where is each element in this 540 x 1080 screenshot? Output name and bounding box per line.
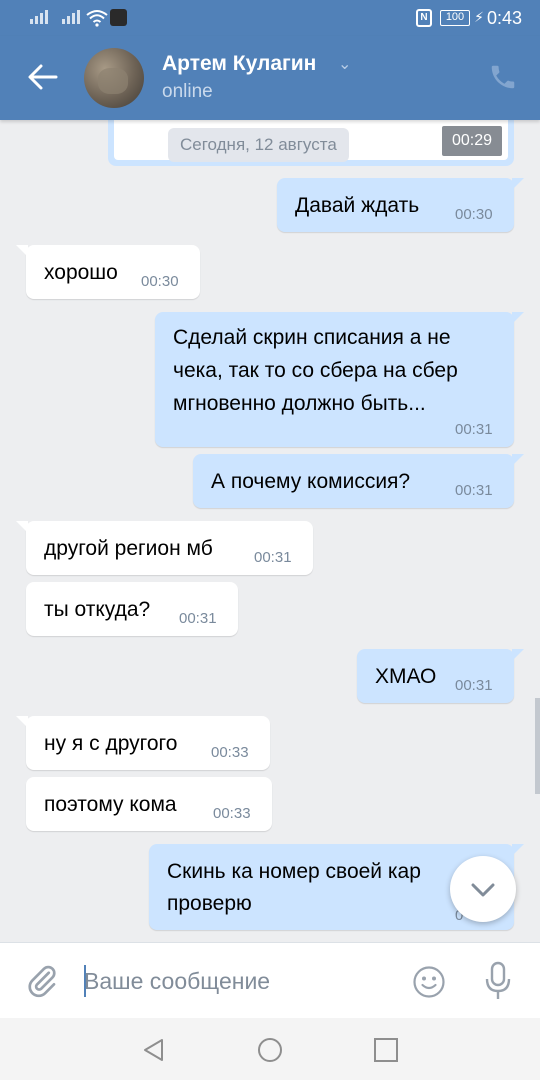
- message-time: 00:33: [213, 805, 251, 822]
- message-text: мгновенно должно быть...: [173, 392, 426, 415]
- chevron-down-icon[interactable]: ⌄: [338, 54, 351, 74]
- system-navigation-bar: [0, 1018, 540, 1080]
- signal-icon: [30, 10, 48, 24]
- avatar[interactable]: [84, 48, 144, 108]
- microphone-icon[interactable]: [484, 961, 512, 1001]
- incoming-message[interactable]: хорошо 00:30: [16, 245, 200, 299]
- outgoing-message[interactable]: Давай ждать 00:30: [277, 178, 524, 232]
- scroll-down-button[interactable]: [450, 856, 516, 922]
- incoming-message[interactable]: ну я с другого 00:33: [16, 716, 270, 770]
- nav-recents-icon[interactable]: [372, 1036, 400, 1064]
- nav-home-icon[interactable]: [256, 1036, 284, 1064]
- scrollbar[interactable]: [535, 698, 540, 794]
- outgoing-message[interactable]: ХМАО 00:31: [357, 649, 524, 703]
- message-list[interactable]: 00:29 Сегодня, 12 августа Давай ждать 00…: [0, 120, 540, 942]
- back-arrow-icon[interactable]: [26, 60, 60, 94]
- nfc-icon: N: [416, 9, 432, 27]
- incoming-message[interactable]: поэтому кома 00:33: [26, 777, 272, 831]
- video-duration: 00:29: [442, 126, 502, 156]
- signal-icon: [62, 10, 80, 24]
- incoming-message[interactable]: другой регион мб 00:31: [16, 521, 313, 575]
- message-composer: Ваше сообщение: [0, 942, 540, 1018]
- message-text: Скинь ка номер своей кар: [167, 860, 421, 883]
- phone-icon[interactable]: [488, 62, 518, 92]
- message-time: 00:30: [455, 206, 493, 223]
- nav-back-icon[interactable]: [140, 1036, 168, 1064]
- message-text: ну я с другого: [44, 732, 178, 755]
- message-text: проверю: [167, 892, 252, 915]
- message-time: 00:30: [141, 273, 179, 290]
- message-time: 00:31: [455, 421, 493, 438]
- message-time: 00:31: [455, 677, 493, 694]
- message-text: А почему комиссия?: [211, 470, 411, 493]
- incoming-message[interactable]: ты откуда? 00:31: [26, 582, 238, 636]
- message-text: чека, так то со сбера на сбер: [173, 359, 458, 382]
- chat-header: Артем Кулагин ⌄ online: [0, 36, 540, 120]
- message-time: 00:31: [254, 549, 292, 566]
- battery-icon: 100: [440, 10, 470, 26]
- message-text: Давай ждать: [295, 194, 420, 217]
- message-input[interactable]: Ваше сообщение: [84, 963, 384, 999]
- notification-icon: [110, 9, 127, 26]
- chevron-down-icon: [471, 883, 495, 897]
- contact-status: online: [162, 81, 213, 102]
- charging-icon: ⚡: [474, 9, 484, 25]
- message-time: 00:33: [211, 744, 249, 761]
- clock: 0:43: [486, 8, 522, 28]
- outgoing-message[interactable]: Сделай скрин списания а не чека, так то …: [155, 312, 524, 447]
- message-time: 00:31: [455, 482, 493, 499]
- message-text: другой регион мб: [44, 537, 213, 560]
- wifi-icon: [86, 10, 108, 27]
- message-text: ты откуда?: [44, 598, 151, 621]
- message-text: ХМАО: [375, 665, 437, 688]
- message-time: 00:31: [179, 610, 217, 627]
- contact-name[interactable]: Артем Кулагин: [162, 52, 316, 76]
- date-separator: Сегодня, 12 августа: [168, 128, 349, 162]
- smile-icon[interactable]: [412, 965, 446, 999]
- outgoing-message[interactable]: А почему комиссия? 00:31: [193, 454, 524, 508]
- status-bar: N 100 ⚡ 0:43: [0, 0, 540, 36]
- message-text: Сделай скрин списания а не: [173, 326, 451, 349]
- message-text: хорошо: [44, 261, 118, 284]
- paperclip-icon[interactable]: [24, 963, 60, 999]
- message-text: поэтому кома: [44, 793, 177, 816]
